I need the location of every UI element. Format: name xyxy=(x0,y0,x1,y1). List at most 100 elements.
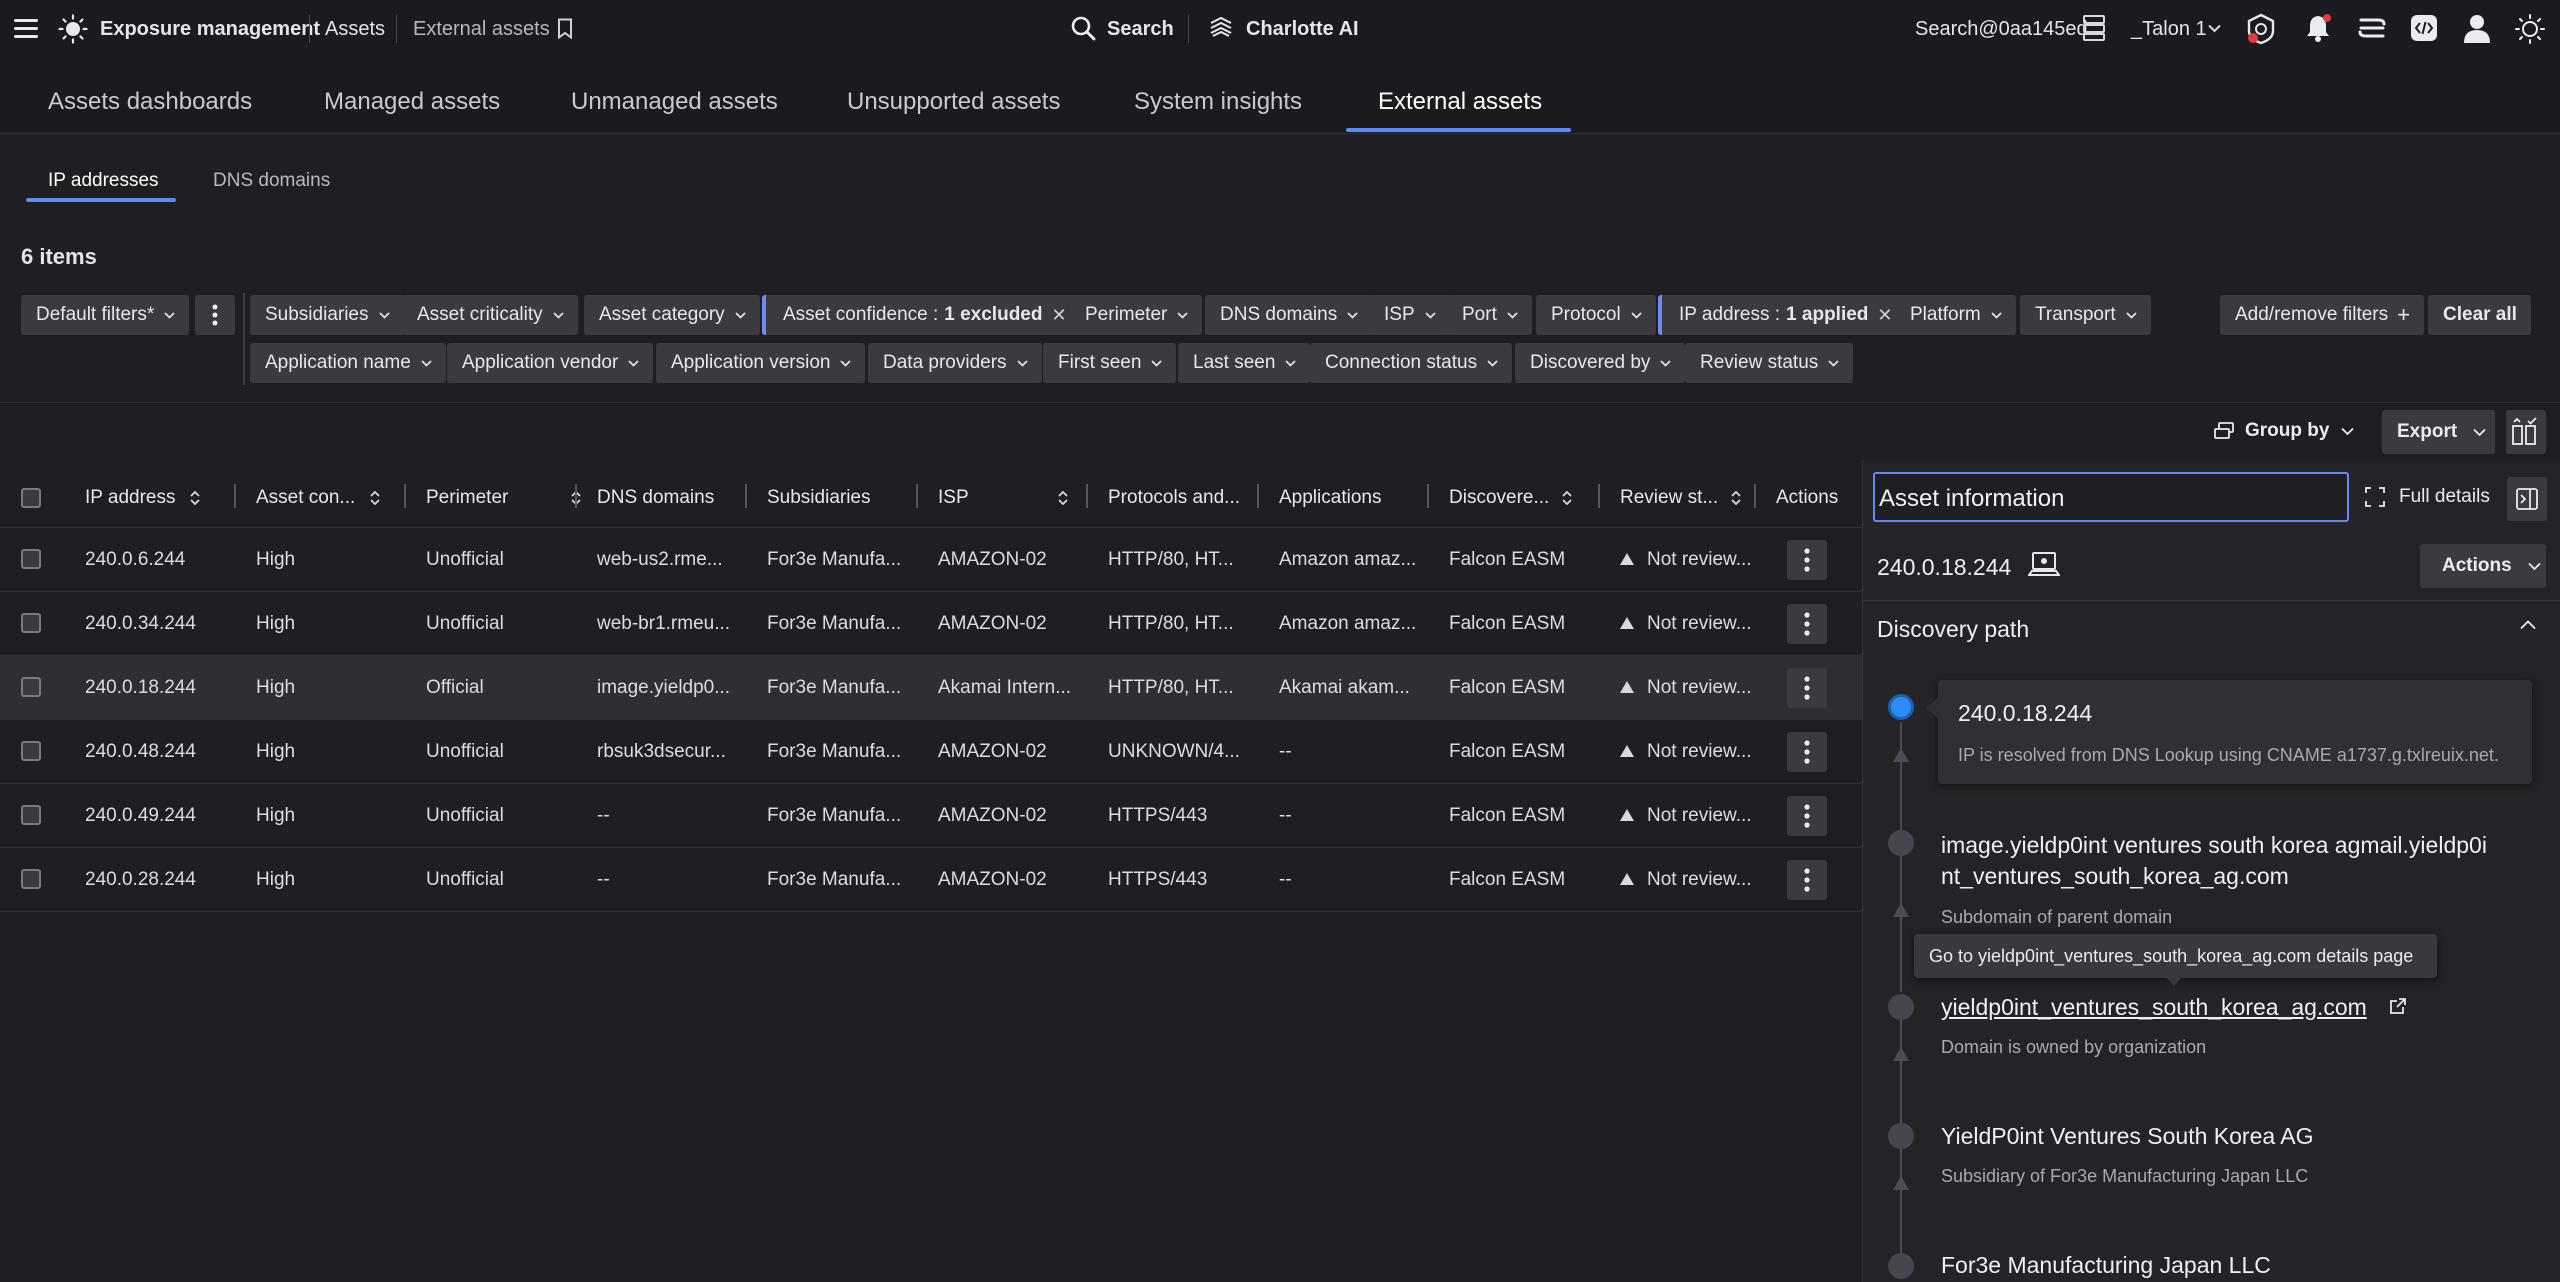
table-row[interactable]: 240.0.18.244 High Official image.yieldp0...… xyxy=(0,656,1862,720)
search-button[interactable]: Search xyxy=(1107,18,1174,41)
full-details-button[interactable]: Full details xyxy=(2365,486,2490,508)
column-resize-handle[interactable] xyxy=(1086,484,1088,508)
row-actions-kebab-icon[interactable] xyxy=(1787,540,1827,580)
tab-external-assets[interactable]: External assets xyxy=(1378,88,1542,116)
filter-asset-confidence[interactable]: Asset confidence :1 excluded ✕ xyxy=(762,295,1081,335)
default-filters-dropdown[interactable]: Default filters* xyxy=(21,295,189,335)
row-checkbox[interactable] xyxy=(21,549,41,569)
search-icon[interactable] xyxy=(1070,15,1096,41)
row-actions-kebab-icon[interactable] xyxy=(1787,796,1827,836)
collapse-panel-icon[interactable] xyxy=(2507,477,2547,521)
filter-first-seen[interactable]: First seen xyxy=(1043,343,1177,383)
filter-isp[interactable]: ISP xyxy=(1369,295,1450,335)
row-checkbox[interactable] xyxy=(21,869,41,889)
col-dns-domains[interactable]: DNS domains xyxy=(597,487,714,509)
column-settings-icon[interactable] xyxy=(2506,410,2546,454)
subtab-dns-domains[interactable]: DNS domains xyxy=(213,170,330,192)
col-ip-address[interactable]: IP address xyxy=(85,487,201,509)
row-checkbox[interactable] xyxy=(21,805,41,825)
filter-protocol[interactable]: Protocol xyxy=(1536,295,1656,335)
table-row[interactable]: 240.0.49.244 High Unofficial -- For3e Manufa… xyxy=(0,784,1862,848)
group-by-button[interactable]: Group by xyxy=(2213,420,2355,442)
col-review-status[interactable]: Review st... xyxy=(1620,487,1742,509)
filter-review-status[interactable]: Review status xyxy=(1685,343,1854,383)
user-avatar-icon[interactable] xyxy=(2463,13,2491,43)
filter-application-vendor[interactable]: Application vendor xyxy=(447,343,654,383)
chevron-down-icon[interactable] xyxy=(2208,24,2221,33)
filter-ip-address[interactable]: IP address :1 applied ✕ xyxy=(1658,295,1907,335)
column-resize-handle[interactable] xyxy=(916,484,918,508)
stacked-layers-icon[interactable] xyxy=(2358,15,2386,41)
col-isp[interactable]: ISP xyxy=(938,487,1069,509)
bell-icon[interactable] xyxy=(2304,13,2332,43)
row-checkbox[interactable] xyxy=(21,677,41,697)
server-icon[interactable] xyxy=(2082,14,2106,42)
account-name[interactable]: Search@0aa145ed xyxy=(1915,18,2088,41)
export-button[interactable]: Export xyxy=(2382,410,2495,454)
row-checkbox[interactable] xyxy=(21,741,41,761)
column-resize-handle[interactable] xyxy=(745,484,747,508)
code-icon[interactable] xyxy=(2410,14,2438,42)
column-resize-handle[interactable] xyxy=(575,484,577,508)
tab-unsupported-assets[interactable]: Unsupported assets xyxy=(847,88,1060,116)
column-resize-handle[interactable] xyxy=(1257,484,1259,508)
tab-assets-dashboards[interactable]: Assets dashboards xyxy=(48,88,252,116)
filter-connection-status[interactable]: Connection status xyxy=(1310,343,1513,383)
column-resize-handle[interactable] xyxy=(1427,484,1429,508)
filter-data-providers[interactable]: Data providers xyxy=(868,343,1042,383)
shield-alert-icon[interactable] xyxy=(2244,12,2278,46)
filter-subsidiaries[interactable]: Subsidiaries xyxy=(250,295,404,335)
discovery-path-heading[interactable]: Discovery path xyxy=(1877,616,2029,643)
chevron-up-icon[interactable] xyxy=(2520,620,2536,630)
col-subsidiaries[interactable]: Subsidiaries xyxy=(767,487,871,509)
row-actions-kebab-icon[interactable] xyxy=(1787,732,1827,772)
charlotte-ai-button[interactable]: Charlotte AI xyxy=(1246,18,1359,41)
row-checkbox[interactable] xyxy=(21,613,41,633)
product-title[interactable]: Exposure management xyxy=(100,18,320,41)
table-row[interactable]: 240.0.34.244 High Unofficial web-br1.rmeu..… xyxy=(0,592,1862,656)
col-protocols[interactable]: Protocols and... xyxy=(1108,487,1240,509)
bookmark-icon[interactable] xyxy=(557,18,573,39)
table-row[interactable]: 240.0.6.244 High Unofficial web-us2.rme... F… xyxy=(0,528,1862,592)
remove-filter-icon[interactable]: ✕ xyxy=(1051,305,1066,326)
filter-last-seen[interactable]: Last seen xyxy=(1178,343,1311,383)
filter-platform[interactable]: Platform xyxy=(1895,295,2016,335)
table-row[interactable]: 240.0.48.244 High Unofficial rbsuk3dsecur..… xyxy=(0,720,1862,784)
discovery-node-card[interactable] xyxy=(1938,680,2532,784)
filter-discovered-by[interactable]: Discovered by xyxy=(1515,343,1686,383)
column-resize-handle[interactable] xyxy=(1598,484,1600,508)
column-resize-handle[interactable] xyxy=(1754,484,1756,508)
row-actions-kebab-icon[interactable] xyxy=(1787,860,1827,900)
domain-link[interactable]: yieldp0int_ventures_south_korea_ag.com xyxy=(1941,994,2367,1021)
filter-options-kebab-icon[interactable] xyxy=(195,295,235,335)
column-resize-handle[interactable] xyxy=(404,484,406,508)
breadcrumb-assets[interactable]: Assets xyxy=(325,18,385,41)
row-actions-kebab-icon[interactable] xyxy=(1787,604,1827,644)
column-resize-handle[interactable] xyxy=(234,484,236,508)
filter-port[interactable]: Port xyxy=(1447,295,1532,335)
external-link-icon[interactable] xyxy=(2389,997,2407,1015)
select-all-checkbox[interactable] xyxy=(21,488,41,508)
filter-dns-domains[interactable]: DNS domains xyxy=(1205,295,1373,335)
subtab-ip-addresses[interactable]: IP addresses xyxy=(48,170,159,192)
table-row[interactable]: 240.0.28.244 High Unofficial -- For3e Manufa… xyxy=(0,848,1862,912)
row-actions-kebab-icon[interactable] xyxy=(1787,668,1827,708)
tenant-selector[interactable]: _Talon 1 xyxy=(2131,18,2207,41)
panel-actions-button[interactable]: Actions xyxy=(2420,544,2546,588)
filter-asset-criticality[interactable]: Asset criticality xyxy=(402,295,578,335)
tab-managed-assets[interactable]: Managed assets xyxy=(324,88,500,116)
col-perimeter[interactable]: Perimeter xyxy=(426,487,582,509)
filter-transport[interactable]: Transport xyxy=(2020,295,2151,335)
add-remove-filters-button[interactable]: Add/remove filters + xyxy=(2220,295,2424,335)
filter-perimeter[interactable]: Perimeter xyxy=(1070,295,1203,335)
col-discovered-by[interactable]: Discovere... xyxy=(1449,487,1573,509)
filter-application-version[interactable]: Application version xyxy=(656,343,866,383)
filter-application-name[interactable]: Application name xyxy=(250,343,446,383)
remove-filter-icon[interactable]: ✕ xyxy=(1877,305,1892,326)
hamburger-menu-icon[interactable] xyxy=(14,19,38,39)
col-applications[interactable]: Applications xyxy=(1279,487,1381,509)
filter-asset-category[interactable]: Asset category xyxy=(584,295,760,335)
tab-system-insights[interactable]: System insights xyxy=(1134,88,1302,116)
clear-all-button[interactable]: Clear all xyxy=(2428,295,2531,335)
theme-toggle-sun-icon[interactable] xyxy=(2514,13,2546,45)
